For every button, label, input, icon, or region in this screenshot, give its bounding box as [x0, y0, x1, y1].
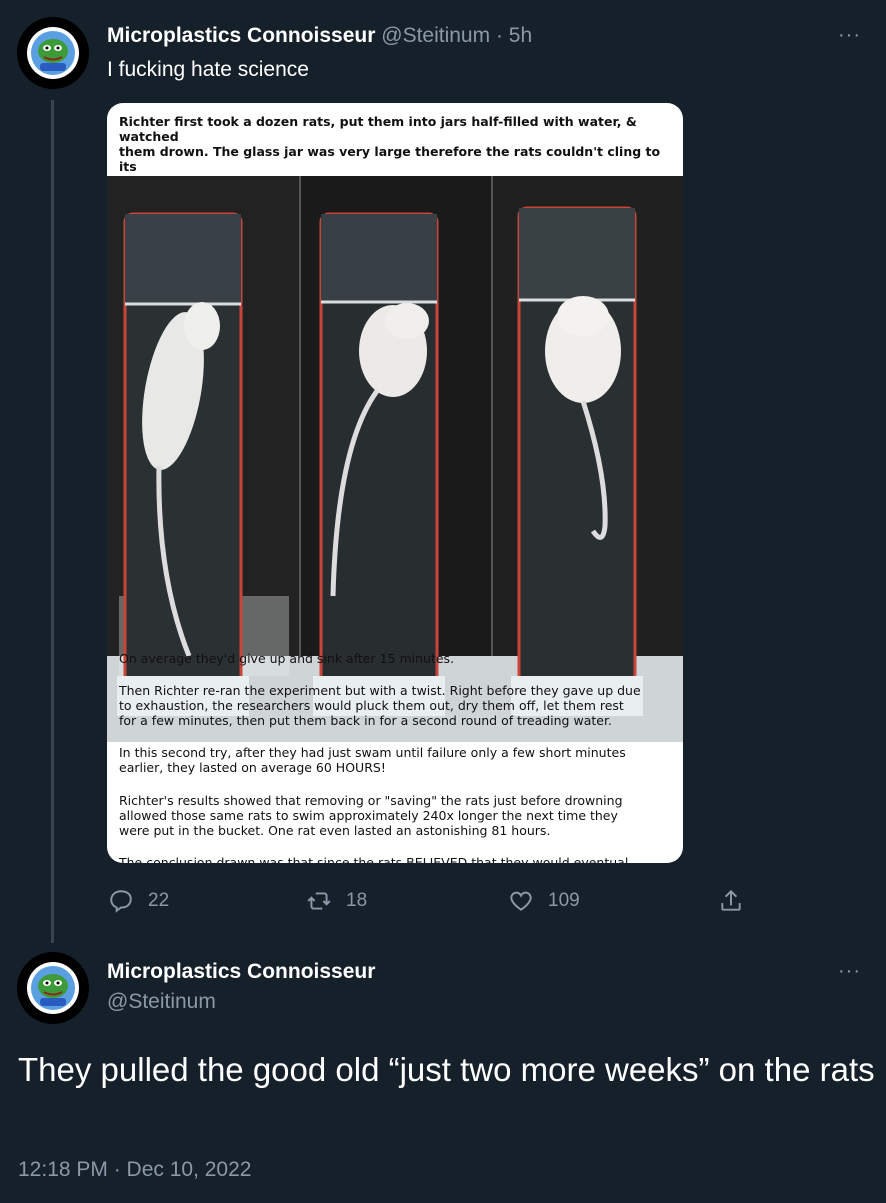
reply-count: 22 [148, 890, 170, 911]
avatar-image [17, 17, 89, 89]
retweet-icon [307, 892, 331, 910]
avatar[interactable] [17, 17, 89, 89]
reply-author-handle[interactable]: @Steitinum [107, 990, 216, 1014]
author-handle[interactable]: @Steitinum [381, 24, 490, 47]
heart-icon [510, 891, 532, 911]
media-paragraph-4: Richter's results showed that removing o… [119, 793, 623, 838]
reply-timestamp[interactable]: 12:18 PM · Dec 10, 2022 [18, 1158, 251, 1182]
media-paragraph-1: On average they'd give up and sink after… [119, 651, 455, 666]
retweet-button[interactable]: 18 [306, 888, 367, 914]
share-icon [721, 889, 741, 911]
reply-text: They pulled the good old “just two more … [18, 1051, 875, 1088]
reply-icon [110, 890, 132, 913]
media-paragraph-2: Then Richter re-ran the experiment but w… [119, 683, 641, 728]
author-name[interactable]: Microplastics Connoisseur [107, 24, 375, 47]
tweet-actions: 22 18 109 [0, 888, 886, 920]
media-paragraph-3: In this second try, after they had just … [119, 745, 626, 775]
tweet-text: I fucking hate science [107, 58, 309, 81]
tweet-media[interactable]: Richter first took a dozen rats, put the… [107, 103, 683, 863]
like-button[interactable]: 109 [508, 888, 580, 914]
reply-author-name[interactable]: Microplastics Connoisseur [107, 960, 375, 984]
share-button[interactable] [718, 888, 744, 914]
reply-button[interactable]: 22 [108, 888, 169, 914]
reply-avatar[interactable] [17, 952, 89, 1024]
avatar-image [17, 952, 89, 1024]
more-options-icon[interactable]: ··· [838, 24, 861, 47]
reply-more-options-icon[interactable]: ··· [838, 960, 861, 983]
tweet-time[interactable]: · 5h [496, 24, 532, 47]
thread-line [51, 100, 54, 943]
tweet-header: Microplastics Connoisseur @Steitinum · 5… [107, 24, 532, 48]
like-count: 109 [548, 890, 580, 911]
retweet-count: 18 [346, 890, 368, 911]
media-paragraph-5: The conclusion drawn was that since the … [119, 855, 633, 863]
